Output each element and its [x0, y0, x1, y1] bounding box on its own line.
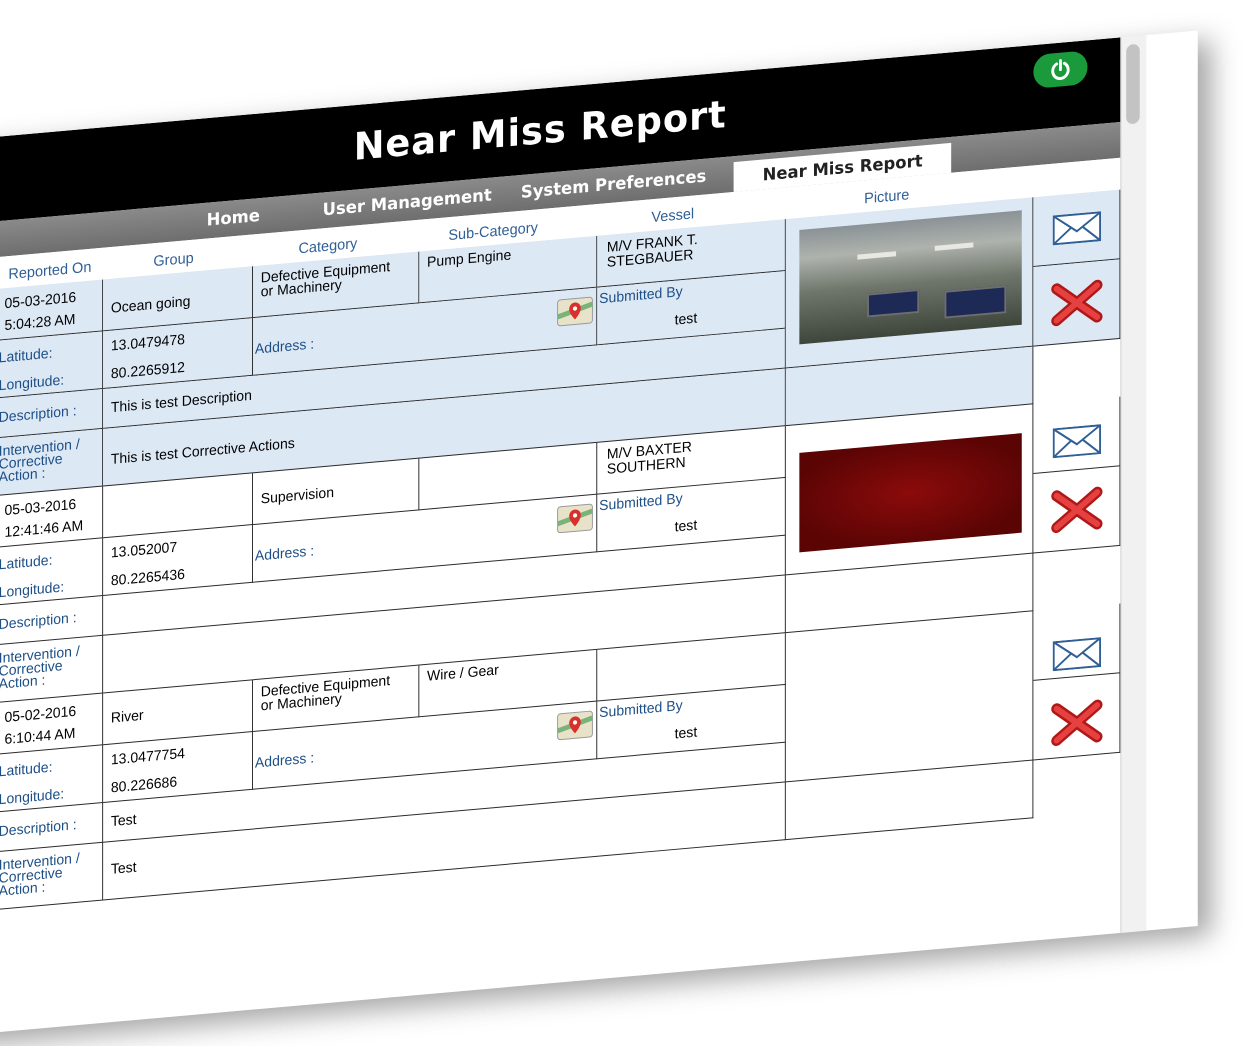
col-reported-on: Reported On	[8, 258, 92, 283]
scrollbar-thumb[interactable]	[1126, 43, 1140, 125]
latitude-value: 13.0477754	[110, 745, 185, 769]
submitted-by-value: test	[674, 517, 698, 536]
latitude-value: 13.0479478	[110, 332, 185, 355]
envelope-icon[interactable]	[1052, 424, 1102, 459]
longitude-value: 80.2265436	[110, 566, 185, 590]
record-group: Ocean going	[110, 293, 191, 317]
latitude-label: Latitude:	[0, 759, 53, 781]
address-label: Address :	[254, 543, 315, 565]
latitude-value: 13.052007	[110, 539, 178, 562]
record-group: River	[110, 707, 144, 727]
address-label: Address :	[254, 750, 315, 772]
record-category: Defective Equipment or Machinery	[260, 259, 391, 301]
envelope-icon[interactable]	[1052, 211, 1102, 246]
record-date: 05-03-2016	[4, 496, 77, 520]
col-sub-category: Sub-Category	[448, 219, 538, 245]
map-pin-icon[interactable]	[556, 503, 594, 534]
red-x-icon[interactable]	[1051, 486, 1103, 534]
col-category: Category	[298, 235, 358, 258]
submitted-by-label: Submitted By	[599, 284, 683, 308]
col-picture: Picture	[864, 186, 910, 208]
map-pin-icon[interactable]	[556, 710, 594, 741]
nav-home[interactable]: Home	[207, 206, 260, 231]
app-window: Near Miss Report Home User Management Sy…	[0, 30, 1198, 1036]
submitted-by-label: Submitted By	[599, 491, 683, 515]
power-icon	[1051, 59, 1070, 80]
description-value: This is test Description	[110, 387, 252, 417]
record-time: 12:41:46 AM	[4, 518, 84, 542]
record-date: 05-03-2016	[4, 289, 77, 313]
submitted-by-value: test	[674, 724, 698, 743]
record-time: 6:10:44 AM	[4, 725, 76, 748]
latitude-label: Latitude:	[0, 552, 53, 574]
longitude-label: Longitude:	[0, 372, 65, 395]
report-picture-empty	[785, 611, 1034, 783]
intervention-label: Intervention / Corrective Action :	[0, 643, 80, 693]
envelope-icon[interactable]	[1052, 637, 1102, 672]
address-label: Address :	[254, 336, 315, 358]
intervention-label: Intervention / Corrective Action :	[0, 436, 80, 486]
corrective-action-value: Test	[110, 859, 137, 878]
record-category: Supervision	[260, 485, 335, 508]
longitude-value: 80.226686	[110, 774, 178, 797]
record-sub-category: Wire / Gear	[427, 662, 499, 685]
record-date: 05-02-2016	[4, 703, 77, 727]
submitted-by-value: test	[674, 310, 698, 329]
vertical-scrollbar[interactable]	[1120, 35, 1147, 933]
red-x-icon[interactable]	[1051, 279, 1103, 327]
latitude-label: Latitude:	[0, 345, 53, 367]
map-pin-icon[interactable]	[556, 296, 594, 327]
description-value: Test	[110, 811, 137, 831]
report-picture[interactable]	[799, 210, 1022, 345]
longitude-label: Longitude:	[0, 786, 65, 809]
description-label: Description :	[0, 817, 77, 841]
col-vessel: Vessel	[651, 205, 695, 227]
col-group: Group	[153, 249, 194, 271]
record-vessel: M/V BAXTER SOUTHERN	[606, 439, 692, 478]
longitude-value: 80.2265912	[110, 359, 185, 383]
record-sub-category: Pump Engine	[427, 247, 512, 271]
description-label: Description :	[0, 610, 77, 634]
description-label: Description :	[0, 403, 77, 427]
record-time: 5:04:28 AM	[4, 311, 76, 335]
corrective-action-value: This is test Corrective Actions	[110, 435, 295, 468]
longitude-label: Longitude:	[0, 579, 65, 602]
report-picture[interactable]	[799, 433, 1022, 553]
record-category: Defective Equipment or Machinery	[260, 673, 391, 715]
record-vessel: M/V FRANK T. STEGBAUER	[606, 231, 698, 271]
intervention-label: Intervention / Corrective Action :	[0, 850, 80, 900]
submitted-by-label: Submitted By	[599, 697, 683, 722]
red-x-icon[interactable]	[1051, 699, 1103, 747]
